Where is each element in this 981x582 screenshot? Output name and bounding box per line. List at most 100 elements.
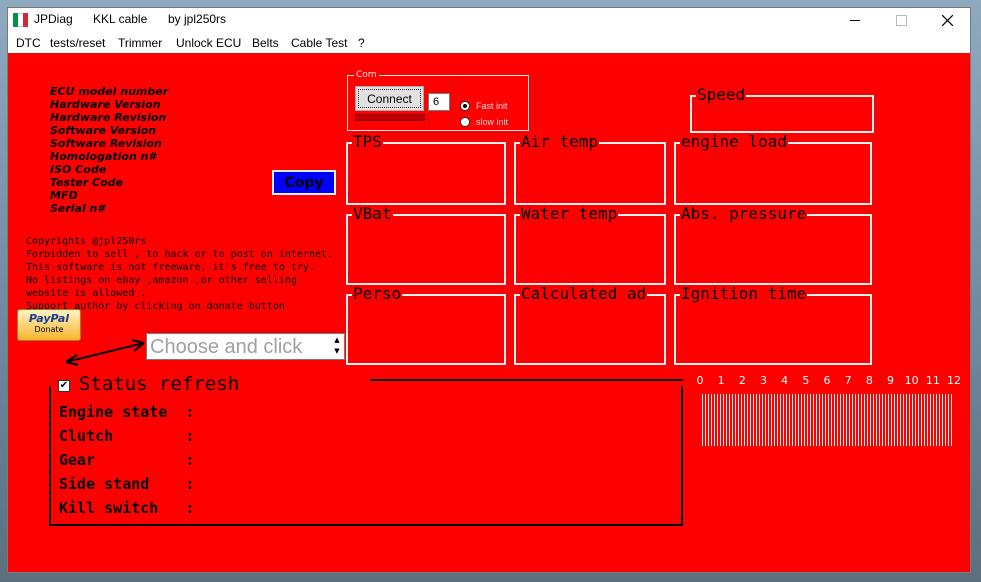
rpm-bar bbox=[768, 394, 769, 446]
rpm-tick-label: 10 bbox=[904, 374, 919, 387]
rpm-bar bbox=[849, 394, 850, 446]
notice-line: Copyrights @jpl250rs bbox=[26, 236, 147, 247]
connect-button[interactable]: Connect bbox=[355, 86, 424, 111]
tps-label: TPS bbox=[352, 132, 383, 151]
double-arrow-icon bbox=[65, 339, 145, 366]
iso-code-label: ISO Code bbox=[50, 163, 107, 176]
donate-label: Donate bbox=[34, 325, 64, 334]
status-box: Engine state : Clutch : Gear : Side stan… bbox=[49, 386, 683, 526]
status-box-top-border bbox=[370, 379, 683, 381]
menu-trimmer[interactable]: Trimmer bbox=[118, 36, 162, 50]
rpm-bar bbox=[789, 394, 790, 446]
rpm-bar bbox=[939, 394, 940, 446]
rpm-bar bbox=[753, 394, 754, 446]
software-revision-label: Software Revision bbox=[50, 137, 162, 150]
rpm-tick-label: 11 bbox=[925, 374, 940, 387]
menu-cable-test[interactable]: Cable Test bbox=[291, 36, 347, 50]
rpm-bar bbox=[762, 394, 763, 446]
rpm-bar bbox=[750, 394, 751, 446]
perso-gauge: Perso bbox=[346, 285, 506, 365]
paypal-logo: PayPal bbox=[28, 312, 70, 325]
menu-help[interactable]: ? bbox=[358, 36, 365, 50]
serial-label: Serial n# bbox=[50, 202, 106, 215]
slow-init-radio[interactable] bbox=[460, 117, 470, 127]
rpm-bar bbox=[702, 394, 703, 446]
minimize-icon bbox=[850, 19, 860, 21]
rpm-bar bbox=[909, 394, 910, 446]
rpm-bar bbox=[807, 394, 808, 446]
author-label: by jpl250rs bbox=[168, 12, 227, 26]
rpm-bar bbox=[828, 394, 829, 446]
rpm-bar bbox=[867, 394, 868, 446]
rpm-bar bbox=[930, 394, 931, 446]
speed-label: Speed bbox=[696, 85, 747, 104]
rpm-bar bbox=[747, 394, 748, 446]
ignition-time-label: Ignition time bbox=[680, 284, 808, 303]
com-port-input[interactable]: 6 bbox=[428, 93, 450, 111]
rpm-tick-label: 2 bbox=[738, 374, 746, 387]
rpm-bar bbox=[834, 394, 835, 446]
rpm-bar bbox=[741, 394, 742, 446]
device-select[interactable]: Choose and click ▲ ▼ bbox=[146, 333, 345, 360]
rpm-bar bbox=[894, 394, 895, 446]
hardware-revision-label: Hardware Revision bbox=[50, 111, 167, 124]
maximize-button[interactable] bbox=[878, 8, 924, 32]
rpm-bar bbox=[903, 394, 904, 446]
rpm-tick-label: 8 bbox=[865, 374, 873, 387]
rpm-bar bbox=[897, 394, 898, 446]
tester-code-label: Tester Code bbox=[50, 176, 124, 189]
rpm-bar bbox=[858, 394, 859, 446]
rpm-bar bbox=[912, 394, 913, 446]
vbat-label: VBat bbox=[352, 204, 393, 223]
homologation-label: Homologation n# bbox=[50, 150, 157, 163]
rpm-bar bbox=[786, 394, 787, 446]
maximize-icon bbox=[895, 14, 907, 26]
calculated-ad-gauge: Calculated ad bbox=[514, 285, 666, 365]
menu-dtc[interactable]: DTC bbox=[16, 36, 41, 50]
mfd-label: MFD bbox=[50, 189, 78, 202]
italian-flag-icon bbox=[13, 13, 28, 27]
rpm-bar bbox=[831, 394, 832, 446]
rpm-bar bbox=[861, 394, 862, 446]
rpm-bar bbox=[738, 394, 739, 446]
rpm-bar bbox=[936, 394, 937, 446]
status-side-stand: Side stand : bbox=[59, 475, 195, 493]
menu-bar: DTC tests/reset Trimmer Unlock ECU Belts… bbox=[8, 32, 970, 53]
rpm-bar bbox=[720, 394, 721, 446]
vbat-gauge: VBat bbox=[346, 205, 506, 285]
rpm-tick-label: 1 bbox=[717, 374, 725, 387]
rpm-bar bbox=[825, 394, 826, 446]
rpm-bar bbox=[918, 394, 919, 446]
tps-gauge: TPS bbox=[346, 133, 506, 205]
close-button[interactable] bbox=[924, 8, 970, 32]
rpm-bar bbox=[780, 394, 781, 446]
rpm-bar bbox=[735, 394, 736, 446]
rpm-bar bbox=[927, 394, 928, 446]
spinner-arrows-icon[interactable]: ▲ ▼ bbox=[331, 335, 343, 358]
title-bar[interactable]: JPDiag KKL cable by jpl250rs bbox=[8, 8, 970, 32]
rpm-bar bbox=[732, 394, 733, 446]
menu-belts[interactable]: Belts bbox=[252, 36, 279, 50]
rpm-bar bbox=[795, 394, 796, 446]
copy-button[interactable]: Copy bbox=[272, 170, 336, 195]
menu-tests-reset[interactable]: tests/reset bbox=[50, 36, 105, 50]
main-panel: ECU model number Hardware Version Hardwa… bbox=[8, 53, 970, 572]
rpm-bar bbox=[822, 394, 823, 446]
rpm-bar bbox=[798, 394, 799, 446]
rpm-bar bbox=[816, 394, 817, 446]
rpm-tick-label: 0 bbox=[696, 374, 704, 387]
rpm-bar bbox=[879, 394, 880, 446]
notice-line: Forbidden to sell , to hack or to post o… bbox=[26, 249, 334, 260]
rpm-bar bbox=[942, 394, 943, 446]
status-gear: Gear : bbox=[59, 451, 195, 469]
rpm-bar bbox=[774, 394, 775, 446]
water-temp-label: Water temp bbox=[520, 204, 619, 223]
fast-init-radio[interactable] bbox=[460, 101, 470, 111]
menu-unlock-ecu[interactable]: Unlock ECU bbox=[176, 36, 241, 50]
rpm-bar bbox=[948, 394, 949, 446]
minimize-button[interactable] bbox=[832, 8, 878, 32]
paypal-donate-button[interactable]: PayPal Donate bbox=[17, 309, 81, 341]
rpm-bar bbox=[852, 394, 853, 446]
rpm-bar bbox=[891, 394, 892, 446]
rpm-bar bbox=[873, 394, 874, 446]
